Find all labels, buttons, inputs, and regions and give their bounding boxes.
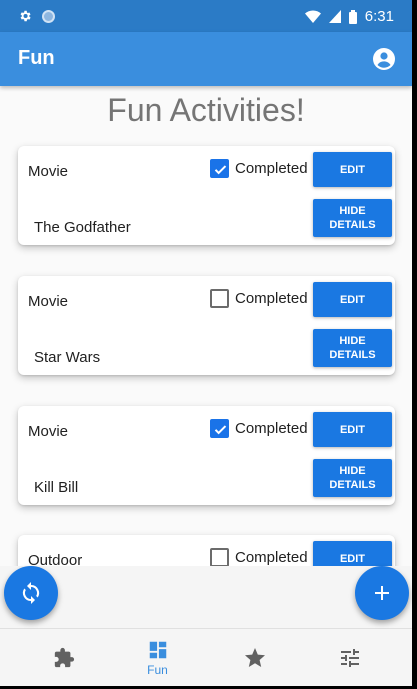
page-title: Fun Activities! <box>107 92 305 128</box>
app-bar: Fun <box>0 32 412 86</box>
nav-item-favorites[interactable] <box>203 629 306 686</box>
dashboard-icon <box>149 641 166 659</box>
activity-card: Movie Completed EDIT Star Wars HIDE DETA… <box>18 276 395 375</box>
content-area[interactable]: Fun Activities! Movie Completed EDIT The… <box>0 86 412 566</box>
checkbox-label: Completed <box>235 290 308 307</box>
edit-button[interactable]: EDIT <box>313 541 392 566</box>
activity-card: Movie Completed EDIT Kill Bill HIDE DETA… <box>18 406 395 505</box>
edit-button[interactable]: EDIT <box>313 282 392 317</box>
nav-item-settings[interactable] <box>298 629 401 686</box>
sliders-icon <box>340 649 359 667</box>
hide-details-label-line2: DETAILS <box>329 479 376 491</box>
completed-toggle[interactable]: Completed <box>210 419 308 438</box>
nav-item-activities[interactable] <box>12 629 115 686</box>
check-icon <box>214 425 227 435</box>
checkbox-label: Completed <box>235 549 308 566</box>
status-bar: 6:31 <box>0 0 412 32</box>
nav-item-fun[interactable]: Fun <box>106 629 209 686</box>
card-category: Outdoor <box>28 552 83 566</box>
sync-status-icon <box>42 9 55 23</box>
account-icon[interactable] <box>372 47 396 71</box>
hide-details-button[interactable]: HIDE DETAILS <box>313 459 392 497</box>
puzzle-icon <box>54 647 74 668</box>
checkbox-label: Completed <box>235 420 308 437</box>
clock: 6:31 <box>364 8 394 25</box>
add-activity-button[interactable] <box>355 566 409 620</box>
star-icon <box>244 648 265 667</box>
app-title: Fun <box>18 47 55 69</box>
settings-gear-icon <box>20 10 31 22</box>
hide-details-label-line2: DETAILS <box>329 349 376 361</box>
hide-details-button[interactable]: HIDE DETAILS <box>313 199 392 237</box>
completed-toggle[interactable]: Completed <box>210 548 308 566</box>
signal-icon <box>328 10 341 23</box>
activity-card: Outdoor Completed EDIT <box>18 535 395 566</box>
card-category: Movie <box>28 293 69 310</box>
edit-button[interactable]: EDIT <box>313 412 392 447</box>
check-icon <box>214 165 227 175</box>
wifi-icon <box>304 10 321 23</box>
checkbox-checked[interactable] <box>210 419 229 438</box>
checkbox-checked[interactable] <box>210 159 229 178</box>
completed-toggle[interactable]: Completed <box>210 289 308 308</box>
card-category: Movie <box>28 423 69 440</box>
hide-details-label-line1: HIDE <box>339 205 366 217</box>
completed-toggle[interactable]: Completed <box>210 159 308 178</box>
checkbox-unchecked[interactable] <box>210 289 229 308</box>
refresh-icon <box>22 582 40 604</box>
activity-card: Movie Completed EDIT The Godfather HIDE … <box>18 146 395 245</box>
hide-details-label-line1: HIDE <box>339 335 366 347</box>
hide-details-label-line1: HIDE <box>339 465 366 477</box>
card-category: Movie <box>28 163 69 180</box>
checkbox-unchecked[interactable] <box>210 548 229 566</box>
plus-icon <box>375 586 389 600</box>
card-title: Star Wars <box>34 349 101 366</box>
checkbox-label: Completed <box>235 160 308 177</box>
bottom-spacer <box>0 566 412 628</box>
battery-icon <box>348 9 357 24</box>
nav-label-fun: Fun <box>147 663 168 677</box>
edit-button[interactable]: EDIT <box>313 152 392 187</box>
bottom-navigation: Fun <box>0 628 412 686</box>
app-screen: 6:31 Fun Fun Activities! Movie Completed… <box>0 0 412 686</box>
hide-details-button[interactable]: HIDE DETAILS <box>313 329 392 367</box>
refresh-button[interactable] <box>4 566 58 620</box>
hide-details-label-line2: DETAILS <box>329 219 376 231</box>
card-title: The Godfather <box>34 219 131 236</box>
card-title: Kill Bill <box>34 479 79 496</box>
